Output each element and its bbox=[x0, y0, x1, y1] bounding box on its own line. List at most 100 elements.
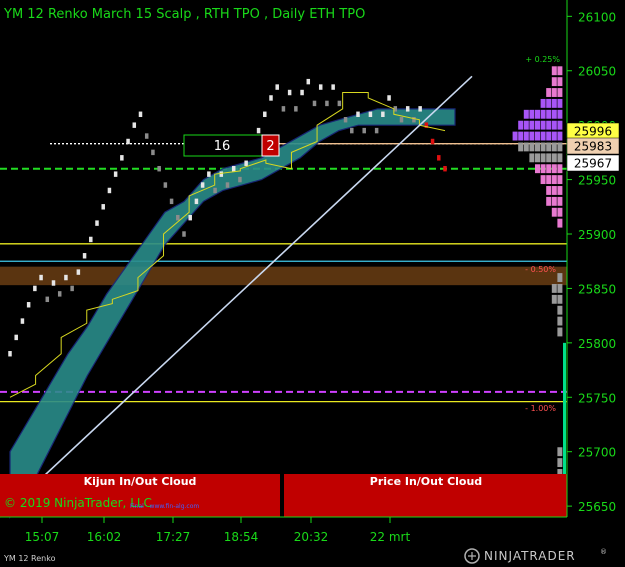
profile-cell bbox=[546, 88, 552, 97]
profile-cell bbox=[557, 77, 563, 87]
renko-brick bbox=[343, 117, 348, 123]
pct-mid-label: - 0.50% bbox=[525, 265, 556, 274]
renko-brick bbox=[405, 106, 410, 112]
renko-brick bbox=[82, 253, 87, 259]
profile-cell bbox=[540, 142, 546, 152]
profile-cell bbox=[546, 153, 552, 163]
y-tick-label: 25650 bbox=[578, 500, 616, 514]
profile-cell bbox=[540, 153, 546, 163]
profile-cell bbox=[523, 142, 529, 152]
y-tick-label: 25800 bbox=[578, 337, 616, 351]
profile-cell bbox=[551, 77, 557, 87]
profile-cell bbox=[557, 316, 563, 326]
renko-brick bbox=[219, 171, 224, 177]
renko-brick bbox=[350, 127, 354, 134]
y-tick-label: 25850 bbox=[578, 282, 616, 296]
y-tick-label: 25700 bbox=[578, 446, 616, 460]
renko-brick bbox=[356, 111, 360, 118]
profile-cell bbox=[535, 142, 540, 152]
profile-cell bbox=[557, 66, 563, 76]
renko-brick bbox=[26, 302, 31, 308]
profile-cell bbox=[551, 66, 557, 76]
profile-cell bbox=[557, 88, 563, 97]
renko-brick bbox=[113, 171, 118, 177]
price-marker-label: 25983 bbox=[574, 140, 612, 154]
profile-cell bbox=[557, 196, 563, 206]
renko-brick bbox=[132, 122, 137, 128]
profile-cell bbox=[512, 131, 518, 141]
renko-brick bbox=[157, 165, 161, 172]
profile-cell bbox=[557, 458, 563, 468]
profile-cell bbox=[529, 109, 535, 119]
profile-cell bbox=[557, 142, 563, 152]
profile-cell bbox=[546, 120, 552, 130]
profile-cell bbox=[529, 153, 535, 163]
profile-cell bbox=[540, 120, 546, 130]
x-tick-label: 15:07 bbox=[25, 530, 60, 544]
renko-brick bbox=[207, 171, 211, 177]
profile-cell bbox=[557, 153, 563, 163]
renko-brick bbox=[312, 100, 317, 107]
y-tick-label: 26100 bbox=[578, 10, 616, 24]
renko-brick bbox=[213, 187, 217, 194]
renko-brick bbox=[368, 111, 373, 118]
profile-cell bbox=[551, 294, 557, 304]
counter-value: 16 bbox=[214, 139, 231, 154]
renko-brick bbox=[200, 182, 205, 188]
renko-brick bbox=[374, 127, 379, 134]
y-tick-label: 26050 bbox=[578, 65, 616, 79]
profile-cell bbox=[535, 131, 540, 141]
renko-brick bbox=[337, 100, 342, 107]
renko-brick bbox=[387, 95, 391, 101]
renko-brick bbox=[182, 231, 186, 237]
renko-brick bbox=[225, 182, 230, 188]
renko-chart[interactable]: Kijun In/Out Cloud Price In/Out Cloud 16… bbox=[0, 0, 625, 567]
profile-cell bbox=[535, 153, 540, 163]
renko-brick bbox=[269, 95, 273, 101]
profile-cell bbox=[540, 131, 546, 141]
profile-cell bbox=[557, 218, 563, 228]
renko-brick bbox=[231, 165, 236, 172]
profile-cell bbox=[546, 109, 552, 119]
price-marker-label: 25967 bbox=[574, 157, 612, 171]
renko-brick bbox=[8, 351, 12, 357]
profile-cell bbox=[540, 164, 546, 174]
profile-cell bbox=[557, 305, 563, 315]
renko-brick bbox=[144, 133, 149, 139]
instrument-tab[interactable]: YM 12 Renko bbox=[3, 554, 56, 563]
x-tick-label: 18:54 bbox=[224, 530, 259, 544]
renko-brick bbox=[51, 280, 56, 286]
profile-cell bbox=[551, 283, 557, 293]
renko-brick bbox=[300, 89, 304, 96]
kijun-panel-label: Kijun In/Out Cloud bbox=[84, 475, 197, 488]
profile-cell bbox=[557, 327, 563, 337]
profile-cell bbox=[523, 131, 529, 141]
x-tick-label: 16:02 bbox=[87, 530, 122, 544]
profile-cell bbox=[546, 196, 552, 206]
x-tick-label: 20:32 bbox=[294, 530, 329, 544]
profile-cell bbox=[518, 142, 524, 152]
renko-brick bbox=[57, 291, 62, 297]
brand-name: NINJATRADER bbox=[484, 549, 576, 563]
renko-brick bbox=[399, 117, 404, 123]
renko-brick bbox=[176, 214, 180, 221]
renko-brick bbox=[437, 155, 441, 161]
renko-brick bbox=[20, 318, 25, 324]
profile-cell bbox=[540, 98, 546, 108]
profile-cell bbox=[551, 164, 557, 174]
renko-brick bbox=[14, 334, 18, 341]
renko-brick bbox=[263, 111, 267, 118]
profile-cell bbox=[546, 186, 552, 195]
renko-brick bbox=[294, 106, 298, 112]
profile-cell bbox=[551, 142, 557, 152]
profile-cell bbox=[551, 207, 557, 217]
renko-brick bbox=[126, 138, 130, 145]
renko-brick bbox=[95, 220, 99, 226]
pct-low-label: - 1.00% bbox=[525, 404, 556, 413]
pct-top-label: + 0.25% bbox=[525, 55, 560, 64]
profile-cell bbox=[557, 131, 563, 141]
profile-cell bbox=[557, 120, 563, 130]
renko-brick bbox=[64, 274, 68, 281]
renko-brick bbox=[256, 127, 261, 134]
profile-cell bbox=[546, 164, 552, 174]
